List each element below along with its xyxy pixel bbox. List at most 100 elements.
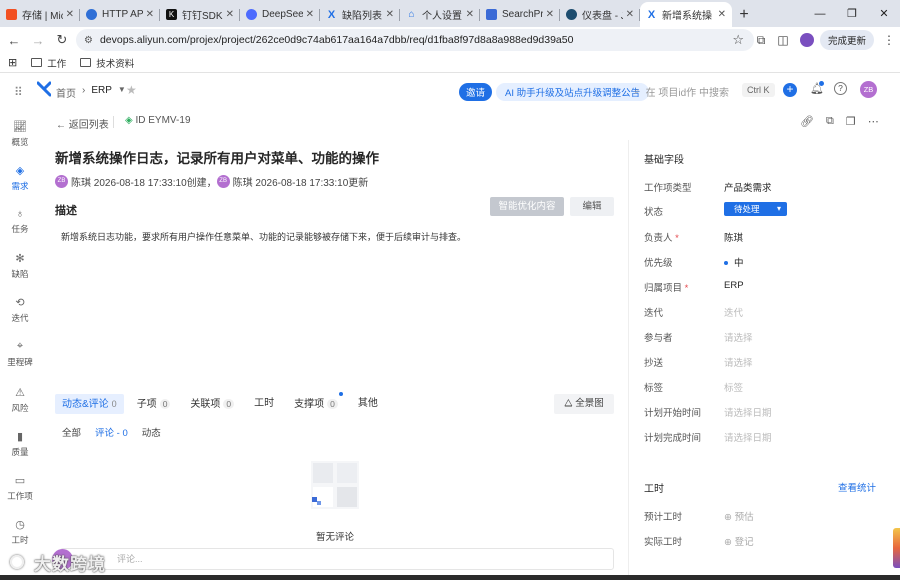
close-icon[interactable]: ✕ — [546, 9, 554, 20]
nav-item-bugs[interactable]: ✻ 缺陷 — [0, 252, 40, 280]
browser-tab[interactable]: HTTP API ✕ — [80, 2, 160, 27]
unread-dot — [819, 81, 824, 86]
tab-other[interactable]: 其他 — [351, 394, 385, 414]
field-value-plan-start[interactable]: 请选择日期 — [724, 405, 772, 419]
nav-item-quality[interactable]: ▮ 质量 — [0, 430, 40, 458]
log-time-button[interactable]: ⊕ 登记 — [724, 534, 754, 548]
browser-tab[interactable]: ⌂ 个人设置 ✕ — [400, 2, 480, 27]
field-value-plan-end[interactable]: 请选择日期 — [724, 430, 772, 444]
full-view-button[interactable]: ⧋ 全景图 — [554, 394, 614, 414]
breadcrumb-project[interactable]: ERP — [91, 85, 112, 100]
close-window-icon[interactable]: ✕ — [868, 0, 900, 27]
tab-activity-comments[interactable]: 动态&评论 0 — [55, 394, 124, 414]
menu-kebab-icon[interactable]: ⋮ — [878, 33, 900, 47]
yunxiao-logo-icon[interactable] — [37, 81, 51, 97]
help-icon[interactable]: ? — [834, 82, 847, 95]
close-icon[interactable]: ✕ — [386, 9, 394, 20]
browser-tab-active[interactable]: X 新增系统操 ✕ — [640, 2, 732, 27]
bookmark-folder-work[interactable]: 工作 — [31, 56, 66, 70]
comment-input[interactable]: 评论... — [60, 548, 614, 570]
edit-button[interactable]: 编辑 — [570, 197, 614, 216]
back-to-list-link[interactable]: ← 返回列表 — [56, 116, 109, 131]
close-icon[interactable]: ✕ — [626, 9, 634, 20]
browser-tab[interactable]: K 钉钉SDK ✕ — [160, 2, 240, 27]
item-meta: ZB 陈琪 2026-08-18 17:33:10创建， ZB 陈琪 2026-… — [55, 174, 368, 189]
nav-item-workitems[interactable]: ▭ 工作项 — [0, 474, 40, 502]
split-icon[interactable]: ◫ — [772, 33, 794, 47]
apps-grid-icon[interactable]: ⊞ — [8, 56, 17, 69]
nav-item-iterations[interactable]: ⟲ 迭代 — [0, 296, 40, 324]
close-icon[interactable]: ✕ — [466, 9, 474, 20]
close-icon[interactable]: ✕ — [146, 9, 154, 20]
nav-item-milestones[interactable]: ⌖ 里程碑 — [0, 340, 40, 368]
nav-item-risks[interactable]: ⚠ 风险 — [0, 386, 40, 414]
user-avatar[interactable]: ZB — [860, 81, 877, 98]
subtab-comments[interactable]: 评论 - 0 — [95, 425, 128, 439]
tab-support[interactable]: 支撑项 0 — [287, 392, 345, 414]
nav-item-requirements[interactable]: ◈ 需求 — [0, 164, 40, 192]
edge-widget[interactable] — [893, 528, 900, 568]
profile-avatar[interactable] — [799, 33, 814, 47]
nav-item-tasks[interactable]: ♁ 任务 — [0, 208, 40, 235]
notification-bell-icon[interactable]: 🔔︎ — [810, 81, 824, 95]
field-value-project[interactable]: ERP — [724, 280, 744, 291]
close-icon[interactable]: ✕ — [718, 9, 726, 20]
maximize-icon[interactable]: ❐ — [836, 0, 868, 27]
more-icon[interactable]: ⋯ — [868, 115, 879, 128]
duplicate-icon[interactable]: ❐ — [846, 115, 856, 128]
create-plus-button[interactable]: + — [783, 83, 797, 97]
tab-subitems[interactable]: 子项 0 — [130, 394, 178, 414]
copy-icon[interactable]: ⧉ — [826, 115, 834, 128]
item-title[interactable]: 新增系统操作日志，记录所有用户对菜单、功能的操作 — [55, 147, 379, 167]
minimize-icon[interactable]: — — [804, 0, 836, 27]
finish-update-button[interactable]: 完成更新 — [819, 30, 874, 50]
url-bar[interactable]: ⚙ devops.aliyun.com/projex/project/262ce… — [76, 29, 754, 51]
announcement-banner[interactable]: AI 助手升级及站点升级调整公告 — [496, 83, 650, 101]
bookmark-folder-tech[interactable]: 技术资料 — [80, 56, 134, 70]
browser-tab[interactable]: SearchPro✕ — [480, 2, 560, 27]
app-grid-icon[interactable]: ⠿ — [14, 85, 23, 99]
back-icon[interactable]: ← — [2, 33, 26, 48]
browser-tab[interactable]: 仪表盘 - Je✕ — [560, 2, 640, 27]
field-value-cc[interactable]: 请选择 — [724, 355, 753, 369]
description-text[interactable]: 新增系统日志功能，要求所有用户操作任意菜单、功能的记录能够被存储下来，便于后续审… — [61, 230, 466, 243]
favorite-star-icon[interactable]: ★ — [126, 83, 137, 97]
view-stats-link[interactable]: 查看统计 — [838, 480, 876, 494]
empty-comments-text: 暂无评论 — [316, 532, 355, 543]
copy-link-icon[interactable]: 🔗︎ — [800, 115, 814, 128]
field-value-type[interactable]: 产品类需求 — [724, 180, 772, 194]
field-value-participants[interactable]: 请选择 — [724, 330, 753, 344]
subtab-activity[interactable]: 动态 — [142, 425, 161, 439]
extensions-icon[interactable]: ⧉ — [750, 33, 772, 48]
field-value-tags[interactable]: 标签 — [724, 380, 743, 394]
field-value-priority[interactable]: 中 — [724, 255, 744, 269]
close-icon[interactable]: ✕ — [226, 9, 234, 20]
item-id[interactable]: ◈ ID EYMV-19 — [125, 115, 191, 126]
breadcrumb-home[interactable]: 首页 — [56, 85, 76, 100]
site-info-icon[interactable]: ⚙ — [84, 35, 93, 46]
new-tab-button[interactable]: + — [732, 2, 756, 27]
close-icon[interactable]: ✕ — [66, 9, 74, 20]
browser-tab[interactable]: 存储 | Micr✕ — [0, 2, 80, 27]
ai-optimize-button[interactable]: 智能优化内容 — [490, 197, 564, 216]
field-value-assignee[interactable]: 陈琪 — [724, 230, 743, 244]
forward-icon[interactable]: → — [26, 33, 50, 48]
tab-related[interactable]: 关联项 0 — [183, 394, 241, 414]
search-icon: ⌕ — [634, 86, 640, 97]
tab-worktime[interactable]: 工时 — [247, 394, 281, 414]
invite-button[interactable]: 邀请 — [459, 83, 493, 101]
nav-item-overview[interactable]: 📈︎ 概览 — [0, 120, 40, 148]
global-search[interactable]: ⌕ 在 项目id作 中搜索 — [634, 84, 729, 99]
add-estimate-button[interactable]: ⊕ 预估 — [724, 509, 754, 523]
close-icon[interactable]: ✕ — [306, 9, 314, 20]
nav-item-worktime[interactable]: ◷ 工时 — [0, 518, 40, 546]
status-dropdown[interactable]: 待处理 ▾ — [724, 202, 787, 216]
browser-tab[interactable]: DeepSeek✕ — [240, 2, 320, 27]
subtab-all[interactable]: 全部 — [62, 425, 81, 439]
url-text[interactable]: devops.aliyun.com/projex/project/262ce0d… — [100, 34, 573, 46]
chevron-down-icon[interactable]: ▼ — [118, 85, 126, 100]
bookmark-star-icon[interactable]: ☆ — [732, 32, 744, 48]
field-value-iteration[interactable]: 迭代 — [724, 305, 743, 319]
browser-tab[interactable]: X 缺陷列表 ✕ — [320, 2, 400, 27]
reload-icon[interactable]: ↻ — [50, 32, 74, 48]
